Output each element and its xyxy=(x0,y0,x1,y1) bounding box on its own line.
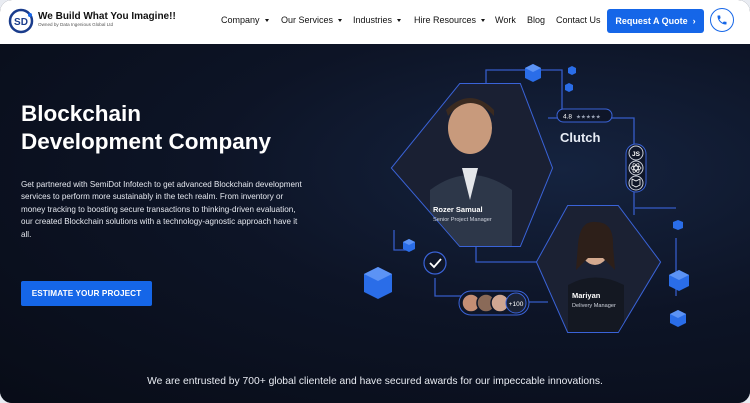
person1-role: Senior Project Manager xyxy=(433,217,492,223)
react-icon xyxy=(628,160,644,176)
clutch-logo: Clutch xyxy=(560,130,601,145)
page-frame: SD We Build What You Imagine!! Owned by … xyxy=(0,0,750,403)
laravel-icon xyxy=(628,175,644,191)
person-card-rozer: Rozer Samual Senior Project Manager xyxy=(390,83,554,247)
hero-graphic: Rozer Samual Senior Project Manager Mari… xyxy=(364,64,689,333)
team-count: +100 xyxy=(509,301,524,308)
person1-name: Rozer Samual xyxy=(433,205,483,214)
person2-role: Delivery Manager xyxy=(572,303,616,309)
clutch-rating-card: 4.8 ★★★★★ Clutch xyxy=(556,108,613,145)
person2-name: Mariyan xyxy=(572,291,601,300)
star-rating-icon: ★★★★★ xyxy=(576,115,601,121)
check-icon xyxy=(423,251,447,275)
person-card-mariyan: Mariyan Delivery Manager xyxy=(535,205,662,333)
clutch-rating-value: 4.8 xyxy=(563,114,572,121)
trust-statement: We are entrusted by 700+ global clientel… xyxy=(147,376,603,387)
javascript-icon: JS xyxy=(632,151,641,158)
team-avatars: +100 xyxy=(458,290,530,316)
tech-icons: JS xyxy=(625,143,647,193)
